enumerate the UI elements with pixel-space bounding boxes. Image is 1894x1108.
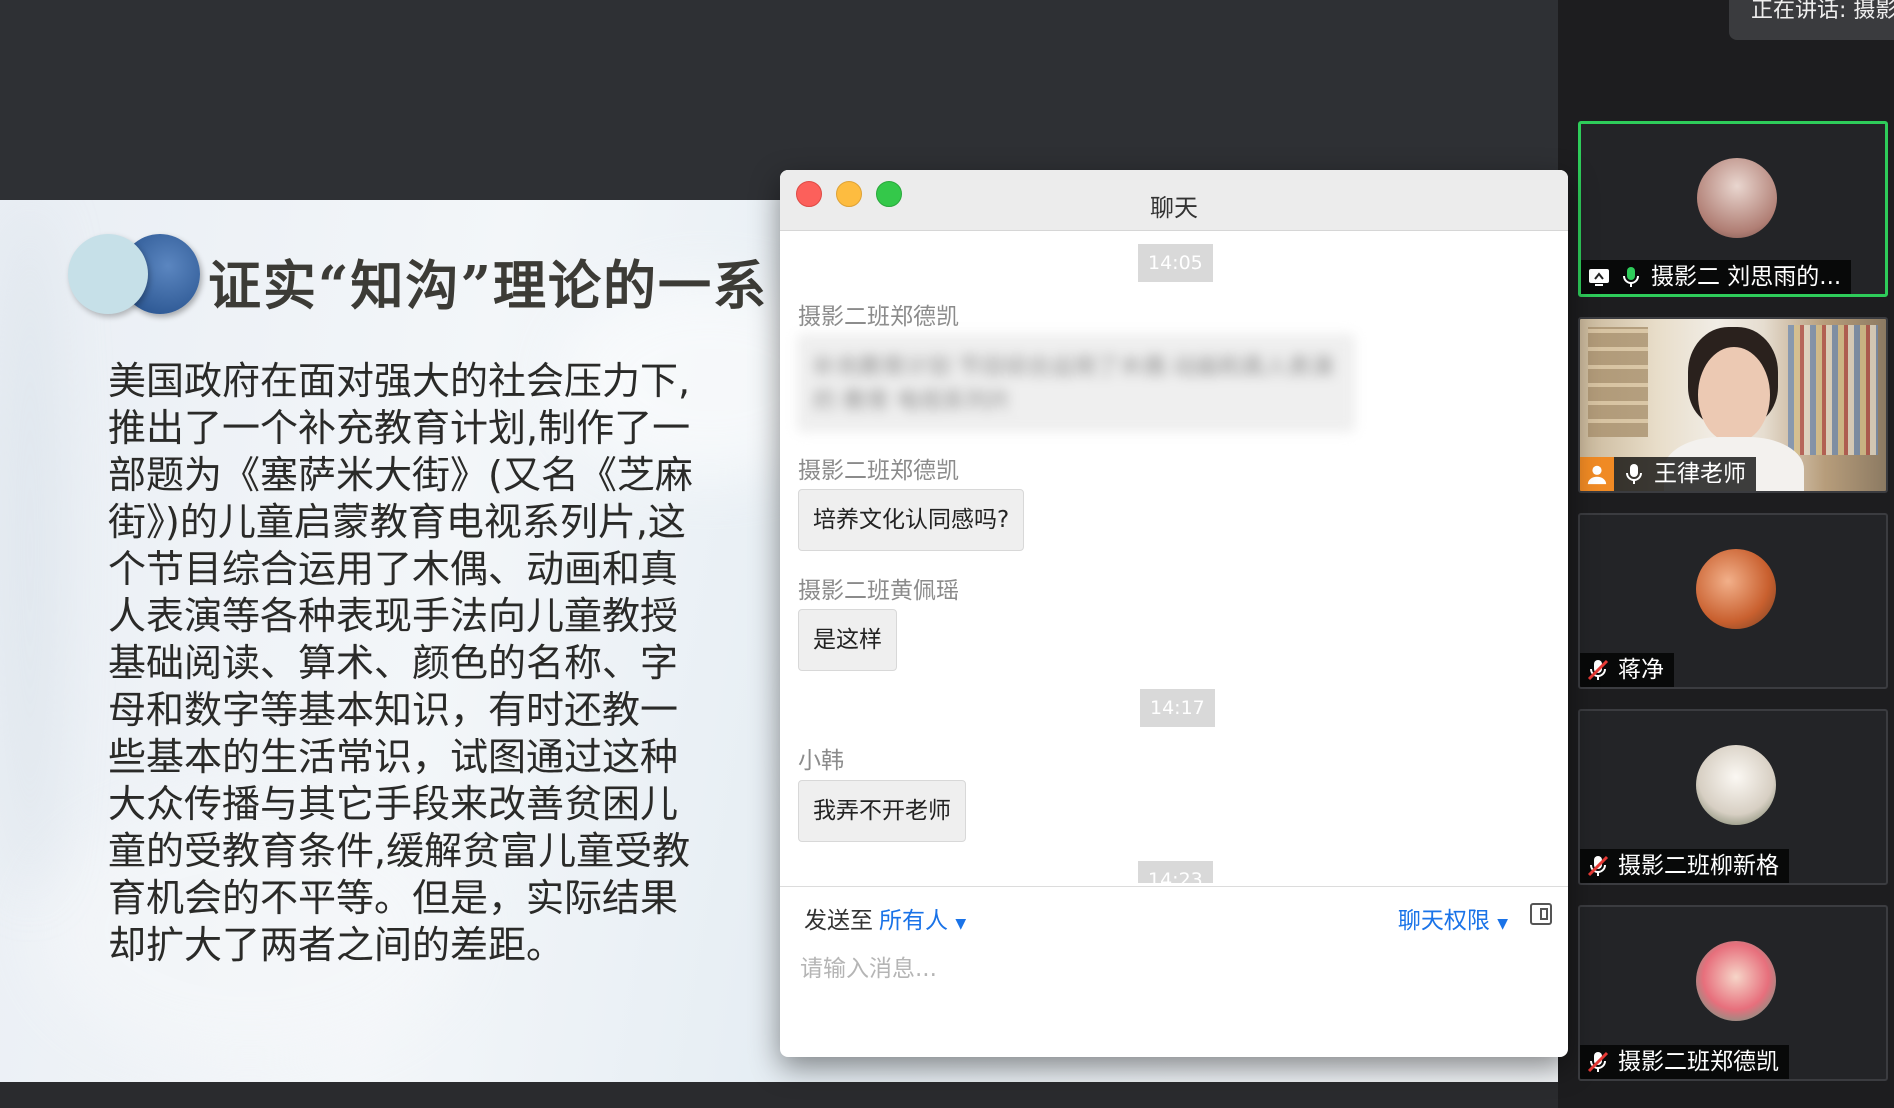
chat-title: 聊天 (1150, 194, 1198, 222)
send-to-selector[interactable]: 发送至 所有人 ▼ (804, 901, 966, 935)
microphone-muted-icon (1586, 854, 1610, 878)
send-to-label: 发送至 (804, 908, 873, 934)
message-input[interactable] (798, 947, 1550, 1041)
chat-message: 我弄不开老师 (798, 780, 966, 842)
avatar (1696, 941, 1776, 1021)
participant-label: 摄影二班郑德凯 (1580, 1045, 1789, 1079)
microphone-icon (1619, 265, 1643, 289)
chat-message: 培养文化认同感吗? (798, 489, 1025, 551)
slide-title: 证实“知沟”理论的一系 (208, 255, 768, 317)
slide-body-line: 街》)的儿童启蒙教育电视系列片,这 (108, 500, 686, 544)
chat-timestamp: 14:23 (1138, 861, 1213, 883)
chat-sender: 摄影二班郑德凯 (798, 458, 959, 484)
chat-composer: 发送至 所有人 ▼ 聊天权限 ▼ (780, 886, 1568, 1057)
chat-message-blurred: 补充教育计划 节目综合运用了木偶 动画和真人表演 的 教育 电视系列片 (798, 335, 1354, 431)
slide-body-line: 基础阅读、算术、颜色的名称、字 (108, 641, 679, 685)
avatar (1696, 549, 1776, 629)
participant-name: 摄影二 刘思雨的... (1651, 264, 1842, 290)
slide-body-line: 母和数字等基本知识，有时还教一 (108, 688, 679, 732)
chat-permissions-dropdown[interactable]: 聊天权限 ▼ (1398, 901, 1508, 935)
popout-window-icon[interactable] (1528, 901, 1554, 927)
participant-tile[interactable]: 摄影二班郑德凯 (1578, 905, 1888, 1081)
microphone-muted-icon (1586, 1050, 1610, 1074)
slide-body-line: 美国政府在面对强大的社会压力下, (108, 359, 691, 403)
chat-titlebar[interactable]: 聊天 (780, 170, 1568, 231)
slide-body: 美国政府在面对强大的社会压力下, 推出了一个补充教育计划,制作了一 部题为《塞萨… (108, 358, 728, 969)
slide-body-line: 人表演等各种表现手法向儿童教授 (108, 594, 679, 638)
participant-name: 蒋净 (1618, 657, 1664, 683)
chat-message-list[interactable]: 14:05 摄影二班郑德凯 补充教育计划 节目综合运用了木偶 动画和真人表演 的… (780, 231, 1568, 883)
avatar (1697, 158, 1777, 238)
participant-tile[interactable]: 摄影二 刘思雨的... (1578, 121, 1888, 297)
participant-label: 摄影二 刘思雨的... (1581, 260, 1852, 294)
participant-name: 王律老师 (1654, 461, 1746, 487)
recipient-value: 所有人 (879, 908, 948, 934)
slide-body-line: 些基本的生活常识，试图通过这种 (108, 735, 679, 779)
chat-window: 聊天 14:05 摄影二班郑德凯 补充教育计划 节目综合运用了木偶 动画和真人表… (780, 170, 1568, 1057)
participant-label: 王律老师 (1580, 457, 1756, 491)
chat-sender: 摄影二班郑德凯 (798, 304, 959, 330)
recipient-dropdown[interactable]: 所有人 ▼ (879, 908, 966, 934)
slide-logo (68, 234, 200, 314)
slide-body-line: 个节目综合运用了木偶、动画和真 (108, 547, 679, 591)
microphone-icon (1622, 462, 1646, 486)
slide-body-line: 却扩大了两者之间的差距。 (108, 923, 565, 967)
chat-timestamp: 14:17 (1140, 689, 1215, 727)
screen-share-icon (1587, 265, 1611, 289)
bottom-bar (0, 1082, 1558, 1108)
chat-timestamp: 14:05 (1138, 244, 1213, 282)
slide-body-line: 部题为《塞萨米大街》(又名《芝麻 (108, 453, 693, 497)
participant-name: 摄影二班郑德凯 (1618, 1049, 1779, 1075)
chat-sender: 摄影二班黄佩瑶 (798, 578, 959, 604)
slide-body-line: 推出了一个补充教育计划,制作了一 (108, 406, 691, 450)
chat-permissions-label: 聊天权限 (1397, 908, 1490, 934)
chevron-down-icon: ▼ (1497, 916, 1508, 932)
participant-label: 摄影二班柳新格 (1580, 849, 1789, 883)
participant-tile[interactable]: 王律老师 (1578, 317, 1888, 493)
slide-body-line: 童的受教育条件,缓解贫富儿童受教 (108, 829, 691, 873)
chat-sender: 小韩 (798, 748, 844, 774)
participant-name: 摄影二班柳新格 (1618, 853, 1779, 879)
participant-label: 蒋净 (1580, 653, 1674, 687)
chevron-down-icon: ▼ (955, 916, 967, 932)
chat-message: 是这样 (798, 609, 897, 671)
participant-tile[interactable]: 蒋净 (1578, 513, 1888, 689)
slide-body-line: 育机会的不平等。但是，实际结果 (108, 876, 679, 920)
participant-tile[interactable]: 摄影二班柳新格 (1578, 709, 1888, 885)
avatar (1696, 745, 1776, 825)
speaking-indicator: 正在讲话: 摄影 (1729, 0, 1894, 40)
microphone-muted-icon (1586, 658, 1610, 682)
slide-body-line: 大众传播与其它手段来改善贫困儿 (108, 782, 679, 826)
host-badge-icon (1580, 457, 1614, 491)
